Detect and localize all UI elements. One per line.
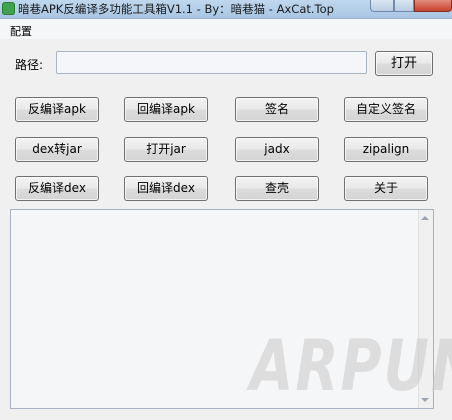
open-button[interactable]: 打开: [375, 51, 433, 76]
menu-bar: 配置: [0, 19, 452, 39]
check-shell-button[interactable]: 查壳: [235, 176, 319, 201]
about-button[interactable]: 关于: [344, 176, 428, 201]
window-title: 暗巷APK反编译多功能工具箱V1.1 - By：暗巷猫 - AxCat.Top: [18, 2, 334, 16]
open-jar-button[interactable]: 打开jar: [124, 137, 208, 162]
window-controls: [370, 0, 452, 12]
sign-button[interactable]: 签名: [235, 97, 319, 122]
path-label: 路径:: [15, 58, 44, 72]
zipalign-button[interactable]: zipalign: [344, 137, 428, 162]
close-button[interactable]: [414, 0, 452, 12]
maximize-button[interactable]: [394, 0, 414, 12]
recompile-dex-button[interactable]: 回编译dex: [124, 176, 208, 201]
recompile-apk-button[interactable]: 回编译apk: [124, 97, 208, 122]
custom-sign-button[interactable]: 自定义签名: [344, 97, 428, 122]
dex-to-jar-button[interactable]: dex转jar: [15, 137, 99, 162]
app-icon: [2, 2, 15, 15]
decompile-apk-button[interactable]: 反编译apk: [15, 97, 99, 122]
jadx-button[interactable]: jadx: [235, 137, 319, 162]
minimize-button[interactable]: [370, 0, 394, 12]
title-bar[interactable]: 暗巷APK反编译多功能工具箱V1.1 - By：暗巷猫 - AxCat.Top: [0, 0, 452, 19]
watermark: ARPUN: [250, 326, 452, 408]
app-window: 暗巷APK反编译多功能工具箱V1.1 - By：暗巷猫 - AxCat.Top …: [0, 0, 452, 420]
decompile-dex-button[interactable]: 反编译dex: [15, 176, 99, 201]
menu-item-config[interactable]: 配置: [10, 23, 32, 39]
scroll-up-arrow-icon[interactable]: [421, 216, 429, 220]
path-input[interactable]: [56, 51, 367, 74]
